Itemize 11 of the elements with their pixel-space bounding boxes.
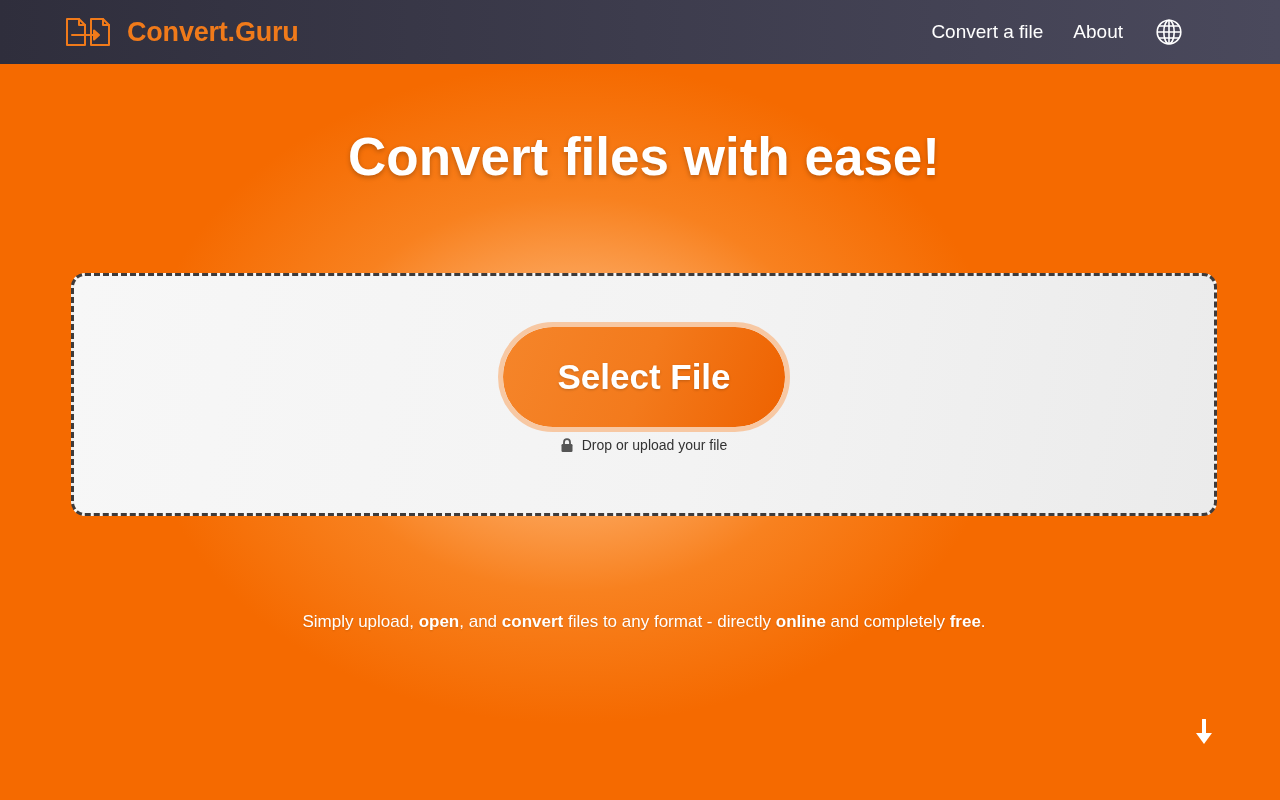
drop-zone[interactable]: Select File Drop or upload your file xyxy=(71,273,1217,516)
hero-heading: Convert files with ease! xyxy=(348,126,940,188)
globe-icon[interactable] xyxy=(1156,19,1182,45)
nav-link[interactable]: Convert a file xyxy=(931,21,1044,43)
nav-link[interactable]: About xyxy=(1073,21,1123,43)
tagline-text: Simply upload, open, and convert files to any format - directly online and completely free. xyxy=(302,612,986,632)
documents-arrow-icon xyxy=(65,18,111,46)
upload-hint: Drop or upload your file xyxy=(581,437,728,453)
down-arrow-icon[interactable] xyxy=(1195,719,1213,745)
lock-icon xyxy=(560,438,573,452)
logo-link[interactable]: Convert.Guru xyxy=(65,16,299,48)
